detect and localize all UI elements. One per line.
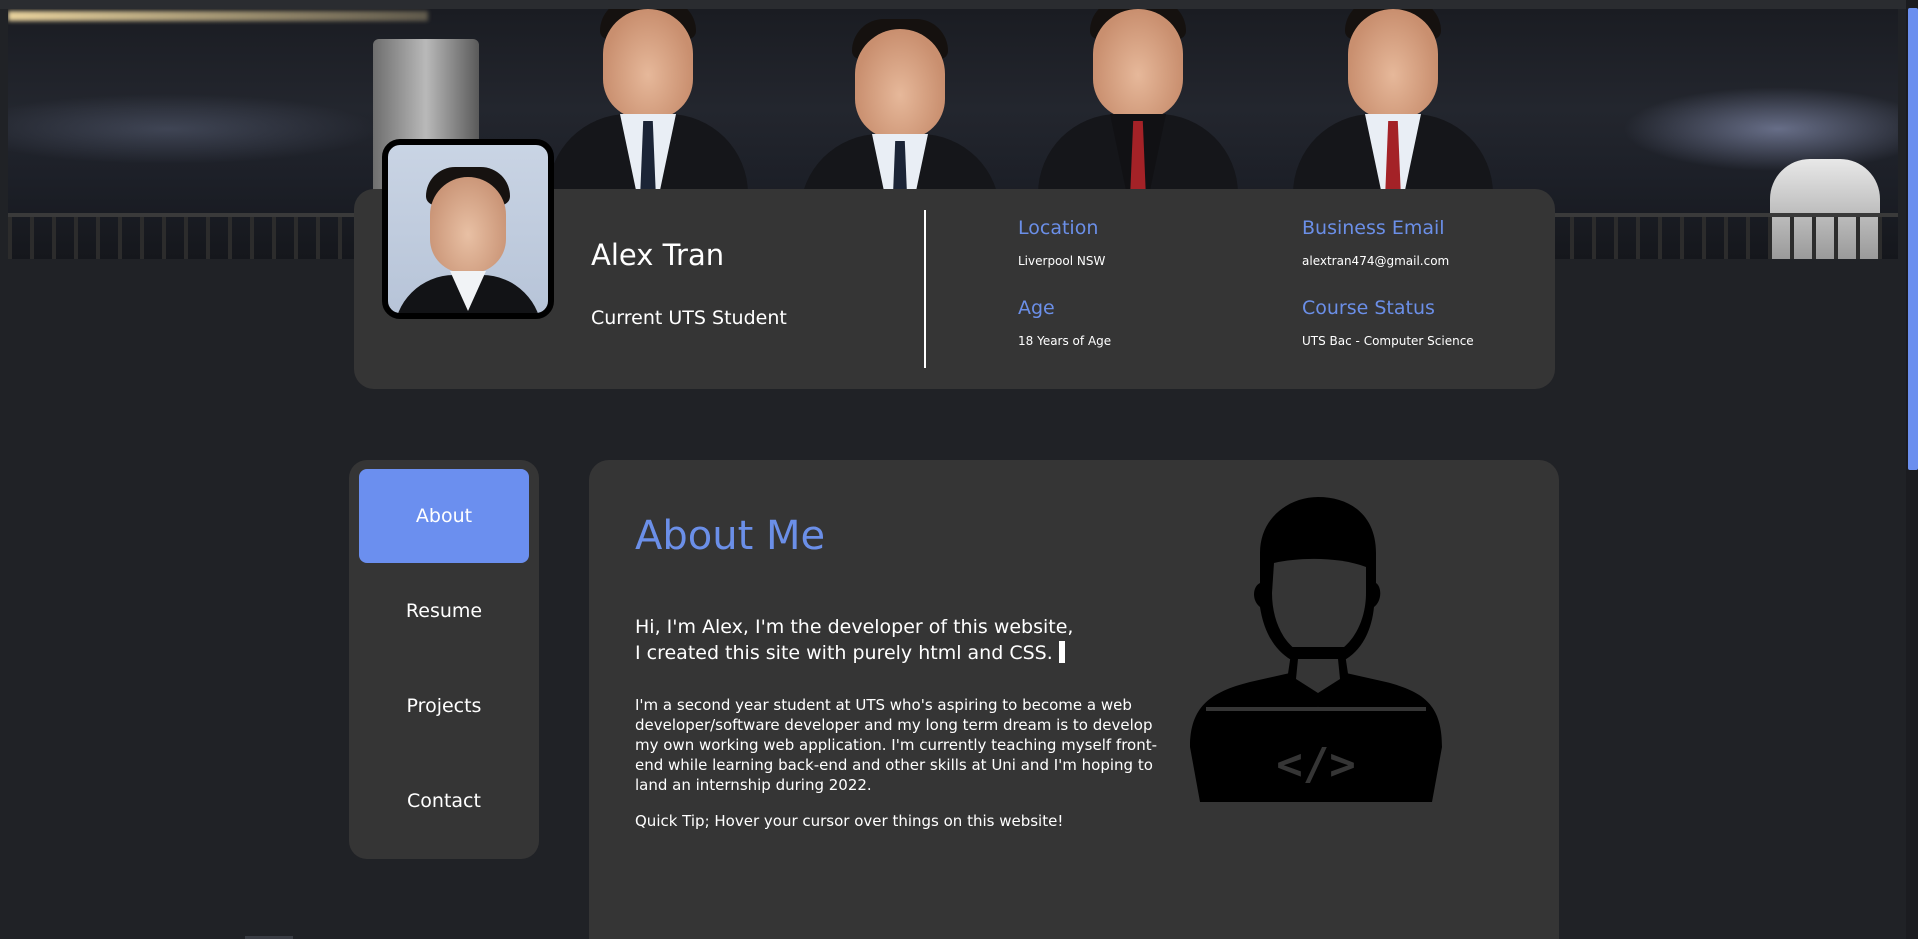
top-strip: [0, 0, 1918, 9]
text-cursor: [1058, 641, 1065, 663]
info-label-location: Location: [1018, 217, 1099, 239]
code-glyph: </>: [1276, 739, 1355, 790]
info-label-course: Course Status: [1302, 297, 1435, 319]
nav-item-contact[interactable]: Contact: [359, 754, 529, 848]
city-lights: [8, 11, 428, 21]
about-intro: Hi, I'm Alex, I'm the developer of this …: [635, 614, 1073, 666]
profile-subtitle: Current UTS Student: [591, 307, 787, 329]
side-nav: About Resume Projects Contact: [349, 460, 539, 859]
nav-item-about[interactable]: About: [359, 469, 529, 563]
info-label-age: Age: [1018, 297, 1055, 319]
intro-line-2-wrap: I created this site with purely html and…: [635, 640, 1073, 666]
developer-icon: </>: [1190, 497, 1442, 802]
profile-divider: [924, 210, 926, 368]
intro-line-1: Hi, I'm Alex, I'm the developer of this …: [635, 616, 1074, 638]
about-title: About Me: [635, 513, 826, 559]
info-value-age: 18 Years of Age: [1018, 334, 1112, 348]
intro-line-2: I created this site with purely html and…: [635, 642, 1053, 664]
info-value-location: Liverpool NSW: [1018, 254, 1106, 268]
scrollbar-thumb[interactable]: [1908, 8, 1918, 470]
nav-item-projects[interactable]: Projects: [359, 659, 529, 753]
info-label-email: Business Email: [1302, 217, 1445, 239]
profile-name: Alex Tran: [591, 238, 725, 272]
info-value-course: UTS Bac - Computer Science: [1302, 334, 1474, 348]
page: Alex Tran Current UTS Student Location L…: [0, 0, 1918, 939]
about-paragraph: I'm a second year student at UTS who's a…: [635, 696, 1158, 794]
nav-item-resume[interactable]: Resume: [359, 564, 529, 658]
avatar: [382, 139, 554, 319]
info-value-email[interactable]: alextran474@gmail.com: [1302, 254, 1449, 268]
quick-tip: Quick Tip; Hover your cursor over things…: [635, 812, 1064, 830]
